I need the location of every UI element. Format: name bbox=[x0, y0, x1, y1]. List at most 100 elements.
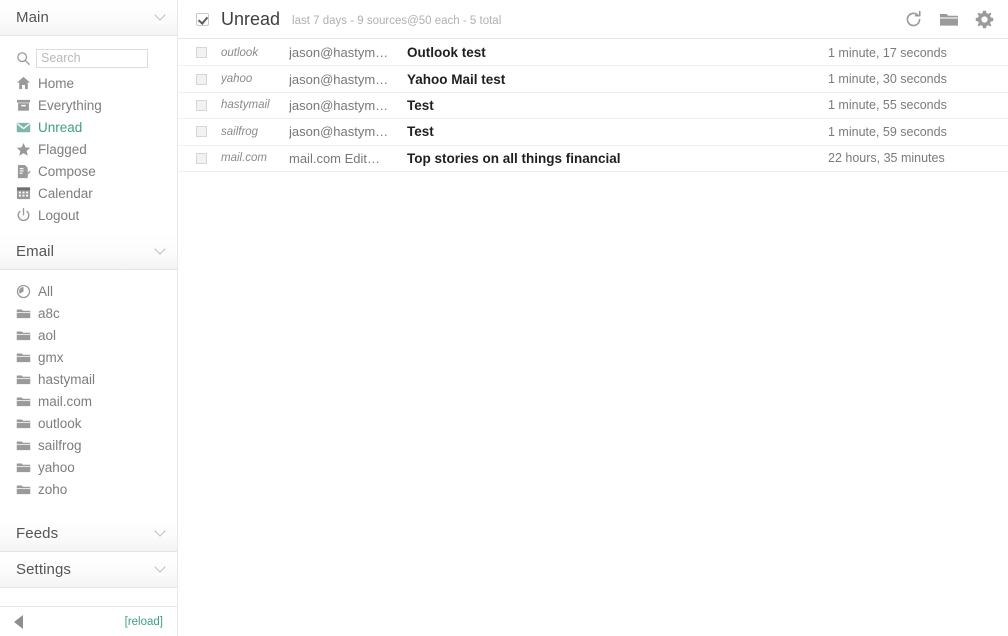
folder-icon bbox=[16, 326, 36, 344]
row-source: yahoo bbox=[221, 73, 289, 85]
row-checkbox[interactable] bbox=[196, 153, 207, 164]
row-subject[interactable]: Top stories on all things financial bbox=[407, 151, 828, 166]
row-time: 1 minute, 55 seconds bbox=[828, 98, 994, 112]
sidebar-item-everything[interactable]: Everything bbox=[0, 94, 177, 116]
reload-link[interactable]: [reload] bbox=[125, 616, 163, 628]
page-title: Unread bbox=[221, 9, 280, 30]
table-row[interactable]: sailfrog jason@hastym… Test 1 minute, 59… bbox=[178, 119, 1008, 145]
sidebar-item-home[interactable]: Home bbox=[0, 72, 177, 94]
collapse-left-arrow-icon[interactable] bbox=[14, 615, 23, 629]
sidebar-item-label: Logout bbox=[36, 208, 79, 223]
row-checkbox[interactable] bbox=[196, 126, 207, 137]
folder-icon[interactable] bbox=[939, 11, 959, 28]
row-subject[interactable]: Outlook test bbox=[407, 45, 828, 60]
app-root: Main Home Everything bbox=[0, 0, 1008, 636]
chevron-down-icon[interactable] bbox=[156, 563, 165, 572]
sidebar-item-compose[interactable]: Compose bbox=[0, 160, 177, 182]
sidebar-section-body-main: Home Everything Unread Flagged bbox=[0, 36, 177, 234]
star-icon bbox=[16, 140, 36, 158]
row-from: jason@hastym… bbox=[289, 45, 407, 60]
sidebar-section-title-email: Email bbox=[16, 243, 54, 260]
row-from: jason@hastym… bbox=[289, 72, 407, 87]
row-from: mail.com Edit… bbox=[289, 151, 407, 166]
row-from: jason@hastym… bbox=[289, 98, 407, 113]
archive-icon bbox=[16, 96, 36, 114]
folder-icon bbox=[16, 480, 36, 498]
folder-icon bbox=[16, 458, 36, 476]
folder-icon bbox=[16, 348, 36, 366]
sidebar-section-header-feeds[interactable]: Feeds bbox=[0, 516, 177, 552]
sidebar-item-label: yahoo bbox=[36, 460, 75, 475]
sidebar-item-all[interactable]: All bbox=[0, 280, 177, 302]
row-time: 1 minute, 59 seconds bbox=[828, 125, 994, 139]
row-from: jason@hastym… bbox=[289, 124, 407, 139]
sidebar-section-header-email[interactable]: Email bbox=[0, 234, 177, 270]
power-icon bbox=[16, 206, 36, 224]
sidebar-item-outlook[interactable]: outlook bbox=[0, 412, 177, 434]
row-checkbox[interactable] bbox=[196, 47, 207, 58]
sidebar-item-zoho[interactable]: zoho bbox=[0, 478, 177, 500]
sidebar-item-label: Flagged bbox=[36, 142, 87, 157]
sidebar-item-label: sailfrog bbox=[36, 438, 82, 453]
home-icon bbox=[16, 74, 36, 92]
sidebar-item-label: gmx bbox=[36, 350, 64, 365]
search-icon bbox=[16, 49, 36, 67]
sidebar-item-a8c[interactable]: a8c bbox=[0, 302, 177, 324]
table-row[interactable]: hastymail jason@hastym… Test 1 minute, 5… bbox=[178, 93, 1008, 119]
sidebar-section-title-feeds: Feeds bbox=[16, 525, 58, 542]
sidebar-item-gmx[interactable]: gmx bbox=[0, 346, 177, 368]
row-source: hastymail bbox=[221, 99, 289, 111]
sidebar-item-label: Unread bbox=[36, 120, 82, 135]
sidebar-item-hastymail[interactable]: hastymail bbox=[0, 368, 177, 390]
row-checkbox[interactable] bbox=[196, 74, 207, 85]
row-source: sailfrog bbox=[221, 126, 289, 138]
row-subject[interactable]: Test bbox=[407, 98, 828, 113]
chevron-down-icon[interactable] bbox=[156, 245, 165, 254]
chevron-down-icon[interactable] bbox=[156, 11, 165, 20]
sidebar-item-calendar[interactable]: Calendar bbox=[0, 182, 177, 204]
sidebar-section-title-settings: Settings bbox=[16, 561, 71, 578]
row-subject[interactable]: Yahoo Mail test bbox=[407, 72, 828, 87]
sidebar-item-flagged[interactable]: Flagged bbox=[0, 138, 177, 160]
sidebar-item-label: outlook bbox=[36, 416, 82, 431]
search-input[interactable] bbox=[36, 49, 148, 68]
sidebar-item-label: Compose bbox=[36, 164, 96, 179]
sidebar-footer: [reload] bbox=[0, 606, 177, 636]
row-subject[interactable]: Test bbox=[407, 124, 828, 139]
sidebar-item-label: mail.com bbox=[36, 394, 92, 409]
sidebar-item-label: zoho bbox=[36, 482, 67, 497]
select-all-checkbox[interactable] bbox=[196, 13, 209, 26]
refresh-icon[interactable] bbox=[904, 10, 923, 29]
message-list: outlook jason@hastym… Outlook test 1 min… bbox=[178, 39, 1008, 636]
sidebar-item-mailcom[interactable]: mail.com bbox=[0, 390, 177, 412]
folder-icon bbox=[16, 370, 36, 388]
sidebar-section-header-settings[interactable]: Settings bbox=[0, 552, 177, 588]
sidebar-item-yahoo[interactable]: yahoo bbox=[0, 456, 177, 478]
sidebar-item-logout[interactable]: Logout bbox=[0, 204, 177, 226]
table-row[interactable]: yahoo jason@hastym… Yahoo Mail test 1 mi… bbox=[178, 66, 1008, 92]
sidebar-section-header-main[interactable]: Main bbox=[0, 0, 177, 36]
sidebar-item-label: Home bbox=[36, 76, 74, 91]
table-row[interactable]: mail.com mail.com Edit… Top stories on a… bbox=[178, 146, 1008, 172]
sidebar-item-sailfrog[interactable]: sailfrog bbox=[0, 434, 177, 456]
sidebar-item-aol[interactable]: aol bbox=[0, 324, 177, 346]
calendar-icon bbox=[16, 184, 36, 202]
gear-icon[interactable] bbox=[975, 10, 994, 29]
sidebar-item-unread[interactable]: Unread bbox=[0, 116, 177, 138]
sidebar-section-title-main: Main bbox=[16, 9, 49, 26]
table-row[interactable]: outlook jason@hastym… Outlook test 1 min… bbox=[178, 40, 1008, 66]
folder-icon bbox=[16, 392, 36, 410]
row-checkbox[interactable] bbox=[196, 100, 207, 111]
sidebar-item-label: aol bbox=[36, 328, 56, 343]
folder-icon bbox=[16, 436, 36, 454]
list-meta: last 7 days - 9 sources@50 each - 5 tota… bbox=[292, 12, 501, 27]
chevron-down-icon[interactable] bbox=[156, 527, 165, 536]
sidebar-item-label: a8c bbox=[36, 306, 60, 321]
sidebar: Main Home Everything bbox=[0, 0, 178, 636]
sidebar-section-body-email: All a8c aol gmx bbox=[0, 270, 177, 508]
sidebar-spacer bbox=[0, 588, 177, 606]
row-time: 1 minute, 17 seconds bbox=[828, 46, 994, 60]
row-time: 22 hours, 35 minutes bbox=[828, 151, 994, 165]
compose-icon bbox=[16, 162, 36, 180]
list-header: Unread last 7 days - 9 sources@50 each -… bbox=[178, 0, 1008, 39]
